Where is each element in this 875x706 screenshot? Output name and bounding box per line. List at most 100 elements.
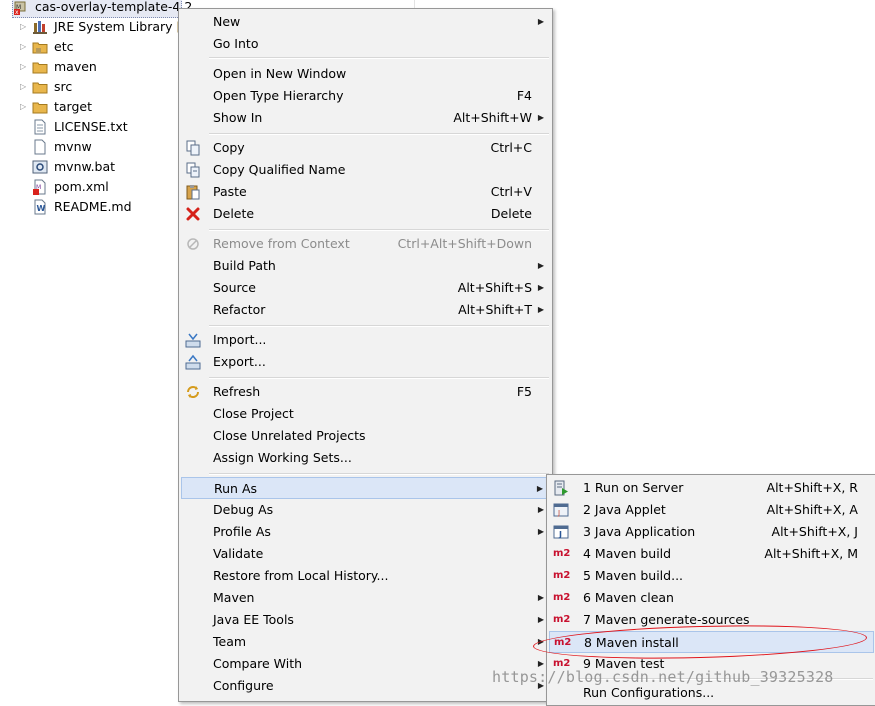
paste-icon xyxy=(185,184,201,200)
svg-text:x: x xyxy=(15,9,19,15)
expand-arrow-icon[interactable]: ▷ xyxy=(20,77,30,97)
menu-item-copy-qualified-name[interactable]: Copy Qualified Name xyxy=(181,159,550,181)
menu-item-label: 9 Maven test xyxy=(583,656,665,671)
menu-item-debug-as[interactable]: Debug As ▶ xyxy=(181,499,550,521)
menu-item-label: Show In xyxy=(213,110,263,125)
menu-shortcut: Alt+Shift+X, J xyxy=(771,524,858,539)
tree-root-project[interactable]: Mx cas-overlay-template-4.2 xyxy=(12,0,192,18)
menu-item-configure[interactable]: Configure ▶ xyxy=(181,675,550,697)
submenu-item-run-configurations[interactable]: Run Configurations... xyxy=(549,682,874,704)
tree-item-label: JRE System Library [J xyxy=(54,19,185,34)
document-file-icon: W xyxy=(32,199,48,215)
menu-item-source[interactable]: Source Alt+Shift+S ▶ xyxy=(181,277,550,299)
folder-icon xyxy=(32,39,48,55)
menu-item-label: 6 Maven clean xyxy=(583,590,674,605)
submenu-arrow-icon: ▶ xyxy=(537,261,544,270)
menu-item-label: Refactor xyxy=(213,302,266,317)
menu-item-label: Paste xyxy=(213,184,247,199)
tree-item-label: maven xyxy=(54,59,97,74)
tree-item-label: mvnw xyxy=(54,139,92,154)
menu-item-maven[interactable]: Maven ▶ xyxy=(181,587,550,609)
library-icon xyxy=(32,19,48,35)
menu-shortcut: Ctrl+C xyxy=(490,140,532,155)
tree-item-label: mvnw.bat xyxy=(54,159,116,174)
menu-item-paste[interactable]: Paste Ctrl+V xyxy=(181,181,550,203)
menu-item-restore-local-history[interactable]: Restore from Local History... xyxy=(181,565,550,587)
submenu-item-maven-build-dialog[interactable]: m2 5 Maven build... xyxy=(549,565,874,587)
expand-arrow-icon[interactable]: ▷ xyxy=(20,17,30,37)
menu-item-label: 1 Run on Server xyxy=(583,480,684,495)
menu-item-java-ee-tools[interactable]: Java EE Tools ▶ xyxy=(181,609,550,631)
m2-icon: m2 xyxy=(553,658,571,669)
run-on-server-icon xyxy=(553,480,569,496)
menu-item-compare-with[interactable]: Compare With ▶ xyxy=(181,653,550,675)
menu-separator xyxy=(579,678,873,680)
menu-item-open-new-window[interactable]: Open in New Window xyxy=(181,63,550,85)
menu-item-close-project[interactable]: Close Project xyxy=(181,403,550,425)
submenu-item-run-on-server[interactable]: 1 Run on Server Alt+Shift+X, R xyxy=(549,477,874,499)
menu-item-delete[interactable]: Delete Delete xyxy=(181,203,550,225)
menu-item-close-unrelated[interactable]: Close Unrelated Projects xyxy=(181,425,550,447)
submenu-item-java-applet[interactable]: J 2 Java Applet Alt+Shift+X, A xyxy=(549,499,874,521)
run-as-submenu: 1 Run on Server Alt+Shift+X, R J 2 Java A… xyxy=(546,474,875,706)
menu-item-label: Copy Qualified Name xyxy=(213,162,346,177)
menu-item-label: Close Project xyxy=(213,406,294,421)
remove-context-icon xyxy=(185,236,201,252)
menu-shortcut: Alt+Shift+T xyxy=(458,302,532,317)
submenu-arrow-icon: ▶ xyxy=(537,305,544,314)
m2-icon: m2 xyxy=(553,570,571,581)
menu-item-team[interactable]: Team ▶ xyxy=(181,631,550,653)
menu-item-label: Close Unrelated Projects xyxy=(213,428,366,443)
menu-item-label: Compare With xyxy=(213,656,303,671)
delete-icon xyxy=(185,206,201,222)
submenu-item-java-application[interactable]: J 3 Java Application Alt+Shift+X, J xyxy=(549,521,874,543)
folder-icon xyxy=(32,59,48,75)
menu-item-label: Restore from Local History... xyxy=(213,568,389,583)
menu-item-copy[interactable]: Copy Ctrl+C xyxy=(181,137,550,159)
svg-text:W: W xyxy=(37,204,46,213)
expand-arrow-icon[interactable]: ▷ xyxy=(20,57,30,77)
submenu-item-maven-generate-sources[interactable]: m2 7 Maven generate-sources xyxy=(549,609,874,631)
menu-shortcut: F4 xyxy=(516,88,532,103)
submenu-arrow-icon: ▶ xyxy=(537,659,544,668)
menu-item-new[interactable]: New ▶ xyxy=(181,11,550,33)
menu-item-label: Open Type Hierarchy xyxy=(213,88,344,103)
batch-file-icon xyxy=(32,159,48,175)
submenu-arrow-icon: ▶ xyxy=(537,113,544,122)
submenu-item-maven-clean[interactable]: m2 6 Maven clean xyxy=(549,587,874,609)
submenu-arrow-icon: ▶ xyxy=(537,615,544,624)
xml-file-icon: M xyxy=(32,179,48,195)
menu-separator xyxy=(209,229,549,231)
submenu-arrow-icon: ▶ xyxy=(537,505,544,514)
menu-item-validate[interactable]: Validate xyxy=(181,543,550,565)
tree-item-label: src xyxy=(54,79,73,94)
menu-item-refresh[interactable]: Refresh F5 xyxy=(181,381,550,403)
menu-shortcut: Alt+Shift+S xyxy=(457,280,532,295)
submenu-item-maven-install[interactable]: m2 8 Maven install xyxy=(549,631,874,653)
submenu-arrow-icon: ▶ xyxy=(537,527,544,536)
menu-item-import[interactable]: Import... xyxy=(181,329,550,351)
submenu-item-maven-build[interactable]: m2 4 Maven build Alt+Shift+X, M xyxy=(549,543,874,565)
tree-item-label: README.md xyxy=(54,199,132,214)
menu-item-refactor[interactable]: Refactor Alt+Shift+T ▶ xyxy=(181,299,550,321)
menu-item-assign-working-sets[interactable]: Assign Working Sets... xyxy=(181,447,550,469)
menu-item-go-into[interactable]: Go Into xyxy=(181,33,550,55)
menu-item-show-in[interactable]: Show In Alt+Shift+W ▶ xyxy=(181,107,550,129)
submenu-item-maven-test[interactable]: m2 9 Maven test xyxy=(549,653,874,675)
menu-item-export[interactable]: Export... xyxy=(181,351,550,373)
expand-arrow-icon[interactable]: ▷ xyxy=(20,37,30,57)
menu-item-label: Open in New Window xyxy=(213,66,347,81)
project-error-icon: Mx xyxy=(13,0,29,16)
refresh-icon xyxy=(185,384,201,400)
menu-item-profile-as[interactable]: Profile As ▶ xyxy=(181,521,550,543)
menu-item-label: Maven xyxy=(213,590,255,605)
menu-separator xyxy=(209,473,549,475)
menu-item-open-type-hierarchy[interactable]: Open Type Hierarchy F4 xyxy=(181,85,550,107)
menu-item-label: Import... xyxy=(213,332,267,347)
menu-shortcut: F5 xyxy=(516,384,532,399)
tree-item-label: target xyxy=(54,99,93,114)
expand-arrow-icon[interactable]: ▷ xyxy=(20,97,30,117)
menu-item-run-as[interactable]: Run As ▶ xyxy=(181,477,550,499)
menu-shortcut: Ctrl+Alt+Shift+Down xyxy=(397,236,532,251)
menu-item-build-path[interactable]: Build Path ▶ xyxy=(181,255,550,277)
